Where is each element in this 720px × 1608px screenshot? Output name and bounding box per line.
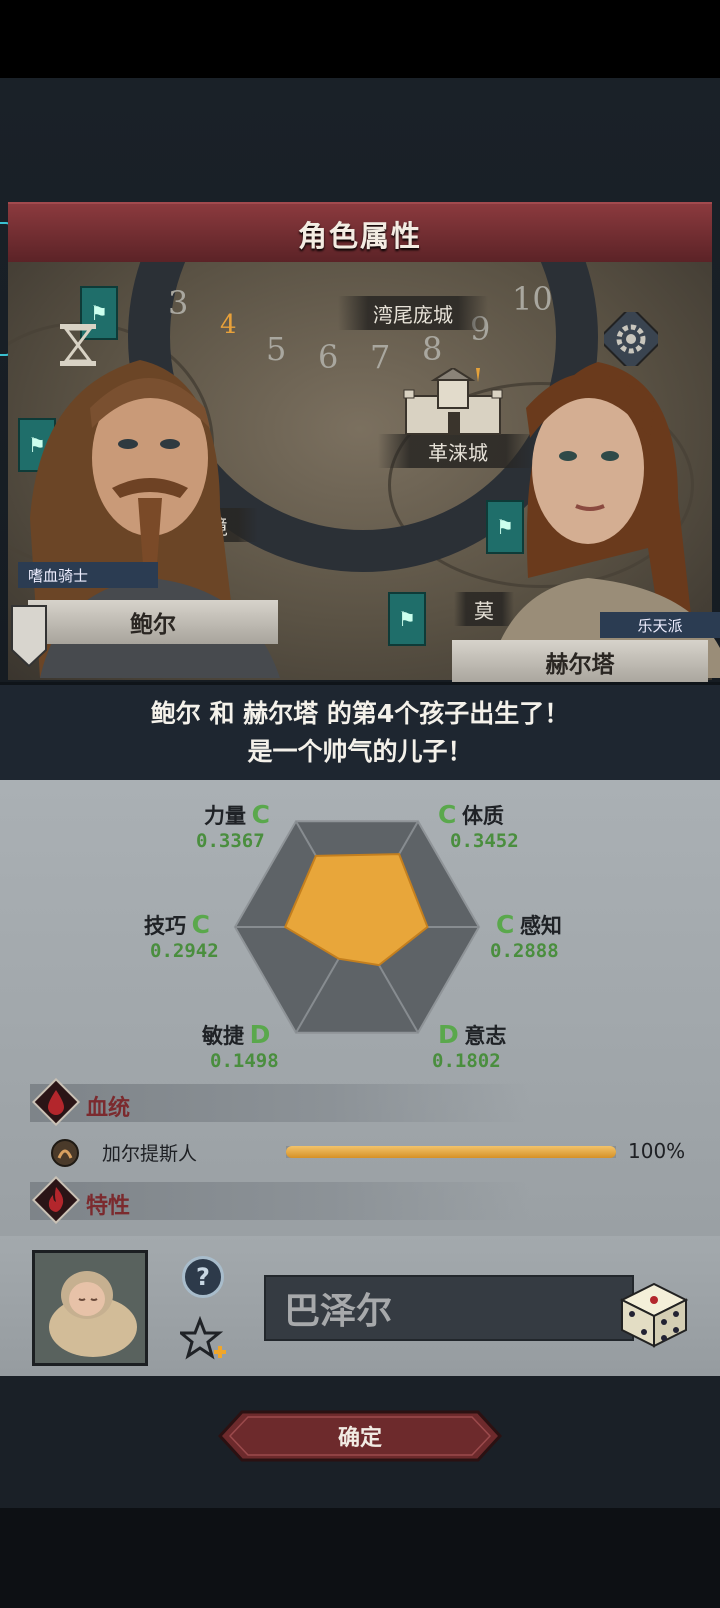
- stat-constitution[interactable]: C 体质 0.3452: [438, 800, 519, 852]
- announcement-line-2: 是一个帅气的儿子！: [247, 737, 473, 766]
- stat-value: 0.3452: [450, 830, 519, 852]
- question-mark-icon: ?: [196, 1263, 210, 1291]
- stat-name: 体质: [461, 804, 504, 828]
- father-trait-label: 嗜血骑士: [28, 566, 89, 585]
- bloodline-name: 加尔提斯人: [102, 1143, 198, 1165]
- random-name-dice-icon[interactable]: [614, 1270, 692, 1348]
- status-bar-area: [0, 0, 720, 78]
- father-trait-tag[interactable]: 嗜血骑士: [18, 562, 158, 588]
- bloodline-emblem-icon: [51, 1139, 79, 1167]
- wheel-number-active: 4: [220, 310, 237, 340]
- mother-trait-tag[interactable]: 乐天派: [600, 612, 720, 638]
- stat-name: 意志: [464, 1024, 507, 1048]
- bloodline-section-title: 血统: [86, 1096, 131, 1121]
- bloodline-percent: 100%: [628, 1139, 686, 1163]
- map-place-label[interactable]: 湾尾庞城: [338, 296, 488, 330]
- mother-name: 赫尔塔: [545, 652, 615, 678]
- stat-perception[interactable]: C 感知 0.2888: [490, 910, 562, 962]
- bottom-black-area: [0, 1508, 720, 1608]
- help-button[interactable]: ?: [182, 1256, 224, 1298]
- child-portrait[interactable]: [32, 1250, 148, 1366]
- wheel-number: 8: [422, 330, 443, 368]
- stat-grade: D: [438, 1020, 459, 1049]
- stat-value: 0.1802: [432, 1050, 501, 1072]
- stat-value: 0.2942: [150, 940, 219, 962]
- flame-icon: [32, 1176, 80, 1224]
- stat-grade: C: [191, 910, 210, 939]
- stat-value: 0.1498: [210, 1050, 279, 1072]
- stat-agility[interactable]: 敏捷 D 0.1498: [202, 1020, 279, 1072]
- wheel-number: 3: [168, 284, 189, 322]
- stat-value: 0.3367: [196, 830, 265, 852]
- stat-name: 力量: [204, 804, 246, 828]
- announcement-line-1: 鲍尔 和 赫尔塔 的第4个孩子出生了！: [150, 699, 570, 728]
- stat-strength[interactable]: 力量 C 0.3367: [196, 800, 270, 852]
- stat-value: 0.2888: [490, 940, 559, 962]
- stat-grade: D: [249, 1020, 271, 1049]
- bloodline-row[interactable]: 加尔提斯人 100%: [48, 1136, 688, 1170]
- traits-section-title: 特性: [86, 1194, 131, 1219]
- stat-willpower[interactable]: D 意志 0.1802: [432, 1020, 507, 1072]
- mother-nameplate: 赫尔塔: [452, 640, 708, 684]
- stat-name: 感知: [519, 914, 562, 938]
- wheel-number: 6: [318, 338, 339, 376]
- blood-drop-icon: [32, 1078, 80, 1126]
- wheel-number: 7: [370, 338, 391, 376]
- shield-icon[interactable]: [10, 604, 48, 668]
- father-name: 鲍尔: [130, 612, 176, 638]
- stat-grade: C: [251, 800, 270, 829]
- faction-banner-icon[interactable]: ⚑: [388, 592, 426, 646]
- add-favorite-star-icon[interactable]: [180, 1316, 230, 1366]
- stat-skill[interactable]: 技巧 C 0.2942: [144, 910, 219, 962]
- child-name-input[interactable]: 巴泽尔: [264, 1275, 634, 1341]
- mother-trait-label: 乐天派: [637, 616, 683, 635]
- wheel-number: 10: [512, 280, 553, 318]
- child-name-value: 巴泽尔: [284, 1291, 393, 1332]
- confirm-label: 确定: [337, 1426, 382, 1451]
- birth-announcement: 鲍尔 和 赫尔塔 的第4个孩子出生了！ 是一个帅气的儿子！: [0, 682, 720, 784]
- stat-grade: C: [496, 910, 515, 939]
- confirm-button[interactable]: 确定: [218, 1410, 502, 1462]
- page-title: 角色属性: [297, 219, 422, 253]
- bloodline-bar-fill: [286, 1146, 616, 1158]
- stat-grade: C: [438, 800, 457, 829]
- title-bar: 角色属性: [8, 202, 712, 266]
- stat-name: 技巧: [144, 914, 186, 938]
- father-nameplate: 鲍尔: [28, 600, 278, 644]
- stat-name: 敏捷: [202, 1024, 244, 1048]
- baby-image: [49, 1271, 137, 1357]
